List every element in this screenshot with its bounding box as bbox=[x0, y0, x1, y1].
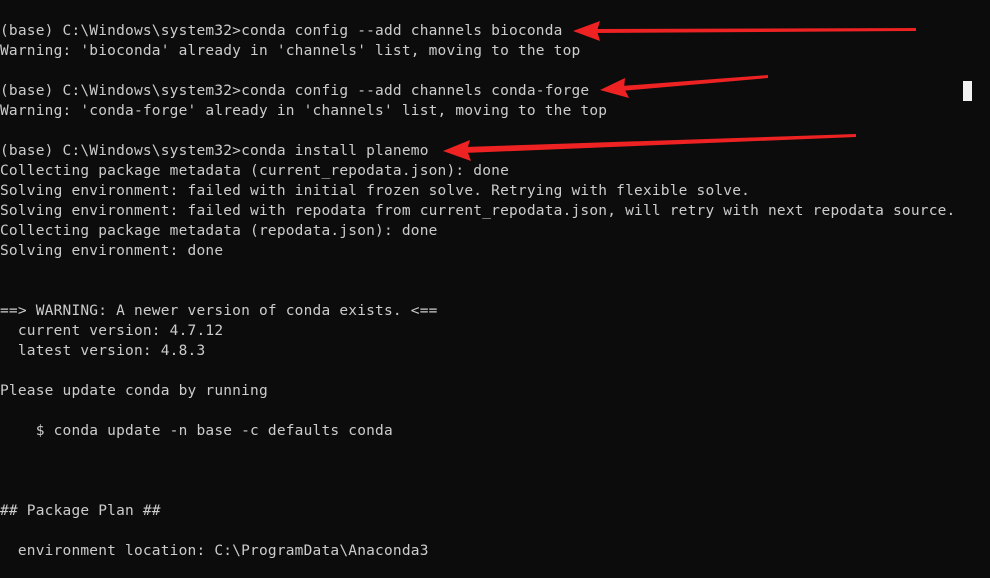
terminal-line: Solving environment: failed with initial… bbox=[0, 183, 751, 199]
terminal-line: $ conda update -n base -c defaults conda bbox=[0, 423, 393, 439]
terminal-output: (base) C:\Windows\system32>conda config … bbox=[0, 21, 990, 561]
terminal-line: ==> WARNING: A newer version of conda ex… bbox=[0, 303, 438, 319]
terminal-line: Warning: 'conda-forge' already in 'chann… bbox=[0, 103, 608, 119]
terminal-line: Solving environment: done bbox=[0, 243, 224, 259]
terminal-line: (base) C:\Windows\system32>conda config … bbox=[0, 23, 563, 39]
terminal-line: Warning: 'bioconda' already in 'channels… bbox=[0, 43, 581, 59]
terminal-line: Solving environment: failed with repodat… bbox=[0, 203, 956, 219]
terminal-line: ## Package Plan ## bbox=[0, 503, 161, 519]
text-cursor bbox=[963, 81, 972, 101]
terminal-line: environment location: C:\ProgramData\Ana… bbox=[0, 543, 429, 559]
terminal-line: Collecting package metadata (repodata.js… bbox=[0, 223, 438, 239]
terminal-line: current version: 4.7.12 bbox=[0, 323, 224, 339]
terminal-line: (base) C:\Windows\system32>conda config … bbox=[0, 83, 590, 99]
terminal-line: (base) C:\Windows\system32>conda install… bbox=[0, 143, 429, 159]
terminal-line: latest version: 4.8.3 bbox=[0, 343, 206, 359]
terminal-line: Please update conda by running bbox=[0, 383, 268, 399]
terminal-window[interactable]: (base) C:\Windows\system32>conda config … bbox=[0, 0, 990, 578]
terminal-line: Collecting package metadata (current_rep… bbox=[0, 163, 509, 179]
